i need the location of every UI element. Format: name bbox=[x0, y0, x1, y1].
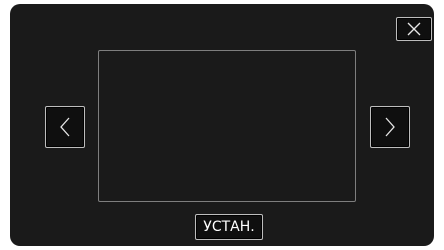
camera-screen: УСТАН. bbox=[10, 4, 434, 246]
chevron-right-icon bbox=[385, 117, 395, 137]
previous-button[interactable] bbox=[45, 106, 85, 148]
preview-frame bbox=[98, 50, 356, 202]
close-button[interactable] bbox=[396, 17, 432, 41]
chevron-left-icon bbox=[60, 117, 70, 137]
close-icon bbox=[407, 22, 421, 36]
next-button[interactable] bbox=[370, 106, 410, 148]
set-button-label: УСТАН. bbox=[203, 219, 255, 235]
set-button[interactable]: УСТАН. bbox=[195, 214, 263, 240]
